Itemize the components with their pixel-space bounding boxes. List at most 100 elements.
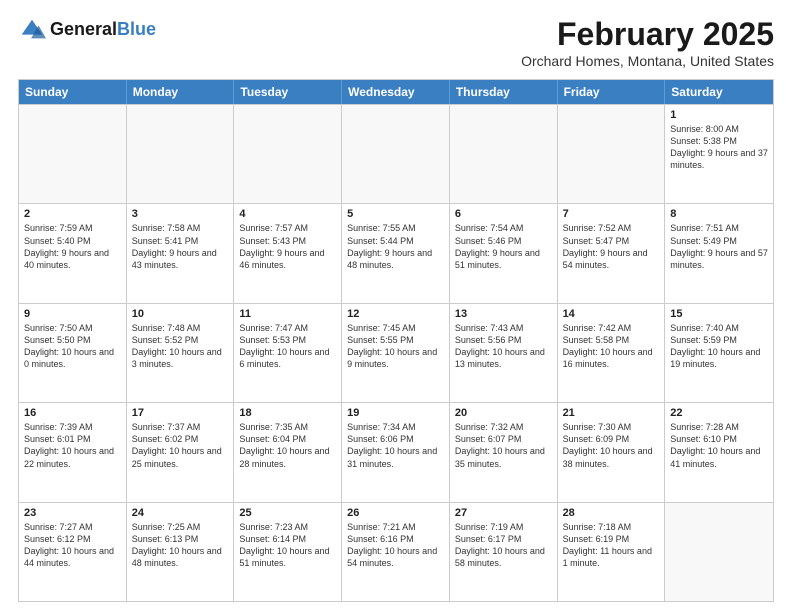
cell-w1-d4: 6Sunrise: 7:54 AM Sunset: 5:46 PM Daylig… <box>450 204 558 302</box>
cell-info-text: Sunrise: 7:39 AM Sunset: 6:01 PM Dayligh… <box>24 421 121 470</box>
cell-w1-d2: 4 Sunrise: 7:57 AM Sunset: 5:43 PM Daylig… <box>234 204 342 302</box>
cell-w4-d1: 24Sunrise: 7:25 AM Sunset: 6:13 PM Dayli… <box>127 503 235 601</box>
cell-w2-d0: 9 Sunrise: 7:50 AM Sunset: 5:50 PM Daylig… <box>19 304 127 402</box>
cell-day-number: 7 <box>563 208 660 220</box>
cell-w2-d6: 15 Sunrise: 7:40 AM Sunset: 5:59 PM Dayli… <box>665 304 773 402</box>
cell-w0-d1 <box>127 105 235 203</box>
week-row-2: 9 Sunrise: 7:50 AM Sunset: 5:50 PM Daylig… <box>19 303 773 402</box>
col-friday: Friday <box>558 80 666 104</box>
cell-w2-d1: 10 Sunrise: 7:48 AM Sunset: 5:52 PM Dayli… <box>127 304 235 402</box>
cell-info-text: Sunrise: 7:30 AM Sunset: 6:09 PM Dayligh… <box>563 421 660 470</box>
cell-w1-d6: 8 Sunrise: 7:51 AM Sunset: 5:49 PM Daylig… <box>665 204 773 302</box>
cell-day-number: 15 <box>670 308 768 320</box>
cell-info-text: Sunrise: 7:37 AM Sunset: 6:02 PM Dayligh… <box>132 421 229 470</box>
cell-day-number: 10 <box>132 308 229 320</box>
cell-w4-d3: 26Sunrise: 7:21 AM Sunset: 6:16 PM Dayli… <box>342 503 450 601</box>
col-saturday: Saturday <box>665 80 773 104</box>
cell-info-text: Sunrise: 7:57 AM Sunset: 5:43 PM Dayligh… <box>239 222 336 271</box>
cell-day-number: 12 <box>347 308 444 320</box>
col-thursday: Thursday <box>450 80 558 104</box>
cell-day-number: 13 <box>455 308 552 320</box>
cell-w0-d0 <box>19 105 127 203</box>
cell-w1-d0: 2 Sunrise: 7:59 AM Sunset: 5:40 PM Daylig… <box>19 204 127 302</box>
page: GeneralBlue February 2025 Orchard Homes,… <box>0 0 792 612</box>
cell-w4-d4: 27 Sunrise: 7:19 AM Sunset: 6:17 PM Dayli… <box>450 503 558 601</box>
cell-day-number: 17 <box>132 407 229 419</box>
logo-icon <box>18 16 46 44</box>
cell-info-text: Sunrise: 7:18 AM Sunset: 6:19 PM Dayligh… <box>563 521 660 570</box>
cell-w0-d6: 1Sunrise: 8:00 AM Sunset: 5:38 PM Daylig… <box>665 105 773 203</box>
logo: GeneralBlue <box>18 16 156 44</box>
cell-w3-d6: 22 Sunrise: 7:28 AM Sunset: 6:10 PM Dayli… <box>665 403 773 501</box>
cell-info-text: Sunrise: 7:28 AM Sunset: 6:10 PM Dayligh… <box>670 421 768 470</box>
cell-day-number: 16 <box>24 407 121 419</box>
col-tuesday: Tuesday <box>234 80 342 104</box>
cell-day-number: 19 <box>347 407 444 419</box>
cell-info-text: Sunrise: 7:27 AM Sunset: 6:12 PM Dayligh… <box>24 521 121 570</box>
cell-w0-d4 <box>450 105 558 203</box>
week-row-0: 1Sunrise: 8:00 AM Sunset: 5:38 PM Daylig… <box>19 104 773 203</box>
cell-day-number: 8 <box>670 208 768 220</box>
col-monday: Monday <box>127 80 235 104</box>
cell-day-number: 11 <box>239 308 336 320</box>
cell-w0-d3 <box>342 105 450 203</box>
cell-info-text: Sunrise: 7:19 AM Sunset: 6:17 PM Dayligh… <box>455 521 552 570</box>
cell-info-text: Sunrise: 7:23 AM Sunset: 6:14 PM Dayligh… <box>239 521 336 570</box>
cell-day-number: 27 <box>455 507 552 519</box>
cell-w3-d0: 16 Sunrise: 7:39 AM Sunset: 6:01 PM Dayli… <box>19 403 127 501</box>
cell-day-number: 2 <box>24 208 121 220</box>
cell-info-text: Sunrise: 7:34 AM Sunset: 6:06 PM Dayligh… <box>347 421 444 470</box>
cell-day-number: 22 <box>670 407 768 419</box>
cell-day-number: 26 <box>347 507 444 519</box>
calendar-body: 1Sunrise: 8:00 AM Sunset: 5:38 PM Daylig… <box>19 104 773 601</box>
cell-w3-d1: 17 Sunrise: 7:37 AM Sunset: 6:02 PM Dayli… <box>127 403 235 501</box>
cell-day-number: 5 <box>347 208 444 220</box>
cell-day-number: 20 <box>455 407 552 419</box>
col-wednesday: Wednesday <box>342 80 450 104</box>
cell-w3-d4: 20 Sunrise: 7:32 AM Sunset: 6:07 PM Dayli… <box>450 403 558 501</box>
title-block: February 2025 Orchard Homes, Montana, Un… <box>521 16 774 69</box>
cell-w3-d3: 19 Sunrise: 7:34 AM Sunset: 6:06 PM Dayli… <box>342 403 450 501</box>
cell-info-text: Sunrise: 7:43 AM Sunset: 5:56 PM Dayligh… <box>455 322 552 371</box>
cell-w0-d5 <box>558 105 666 203</box>
cell-day-number: 24 <box>132 507 229 519</box>
cell-info-text: Sunrise: 7:47 AM Sunset: 5:53 PM Dayligh… <box>239 322 336 371</box>
logo-text: GeneralBlue <box>50 20 156 40</box>
cell-w3-d5: 21 Sunrise: 7:30 AM Sunset: 6:09 PM Dayli… <box>558 403 666 501</box>
cell-info-text: Sunrise: 7:40 AM Sunset: 5:59 PM Dayligh… <box>670 322 768 371</box>
cell-w4-d6 <box>665 503 773 601</box>
cell-w2-d5: 14Sunrise: 7:42 AM Sunset: 5:58 PM Dayli… <box>558 304 666 402</box>
cell-day-number: 23 <box>24 507 121 519</box>
cell-info-text: Sunrise: 7:50 AM Sunset: 5:50 PM Dayligh… <box>24 322 121 371</box>
cell-day-number: 3 <box>132 208 229 220</box>
cell-info-text: Sunrise: 7:59 AM Sunset: 5:40 PM Dayligh… <box>24 222 121 271</box>
cell-day-number: 4 <box>239 208 336 220</box>
cell-info-text: Sunrise: 7:42 AM Sunset: 5:58 PM Dayligh… <box>563 322 660 371</box>
cell-w1-d5: 7 Sunrise: 7:52 AM Sunset: 5:47 PM Daylig… <box>558 204 666 302</box>
cell-day-number: 21 <box>563 407 660 419</box>
cell-info-text: Sunrise: 7:51 AM Sunset: 5:49 PM Dayligh… <box>670 222 768 271</box>
cell-day-number: 28 <box>563 507 660 519</box>
week-row-1: 2 Sunrise: 7:59 AM Sunset: 5:40 PM Daylig… <box>19 203 773 302</box>
logo-line1: General <box>50 19 117 39</box>
cell-info-text: Sunrise: 7:55 AM Sunset: 5:44 PM Dayligh… <box>347 222 444 271</box>
cell-info-text: Sunrise: 7:45 AM Sunset: 5:55 PM Dayligh… <box>347 322 444 371</box>
cell-info-text: Sunrise: 7:54 AM Sunset: 5:46 PM Dayligh… <box>455 222 552 271</box>
cell-w0-d2 <box>234 105 342 203</box>
cell-w4-d5: 28 Sunrise: 7:18 AM Sunset: 6:19 PM Dayli… <box>558 503 666 601</box>
cell-w2-d4: 13 Sunrise: 7:43 AM Sunset: 5:56 PM Dayli… <box>450 304 558 402</box>
cell-info-text: Sunrise: 7:32 AM Sunset: 6:07 PM Dayligh… <box>455 421 552 470</box>
month-title: February 2025 <box>521 16 774 53</box>
cell-day-number: 9 <box>24 308 121 320</box>
cell-w2-d3: 12 Sunrise: 7:45 AM Sunset: 5:55 PM Dayli… <box>342 304 450 402</box>
cell-info-text: Sunrise: 7:52 AM Sunset: 5:47 PM Dayligh… <box>563 222 660 271</box>
location: Orchard Homes, Montana, United States <box>521 53 774 69</box>
header: GeneralBlue February 2025 Orchard Homes,… <box>18 16 774 69</box>
calendar: Sunday Monday Tuesday Wednesday Thursday… <box>18 79 774 602</box>
cell-w1-d1: 3Sunrise: 7:58 AM Sunset: 5:41 PM Daylig… <box>127 204 235 302</box>
cell-info-text: Sunrise: 7:48 AM Sunset: 5:52 PM Dayligh… <box>132 322 229 371</box>
cell-day-number: 18 <box>239 407 336 419</box>
cell-info-text: Sunrise: 7:35 AM Sunset: 6:04 PM Dayligh… <box>239 421 336 470</box>
cell-w3-d2: 18 Sunrise: 7:35 AM Sunset: 6:04 PM Dayli… <box>234 403 342 501</box>
logo-line2: Blue <box>117 19 156 39</box>
